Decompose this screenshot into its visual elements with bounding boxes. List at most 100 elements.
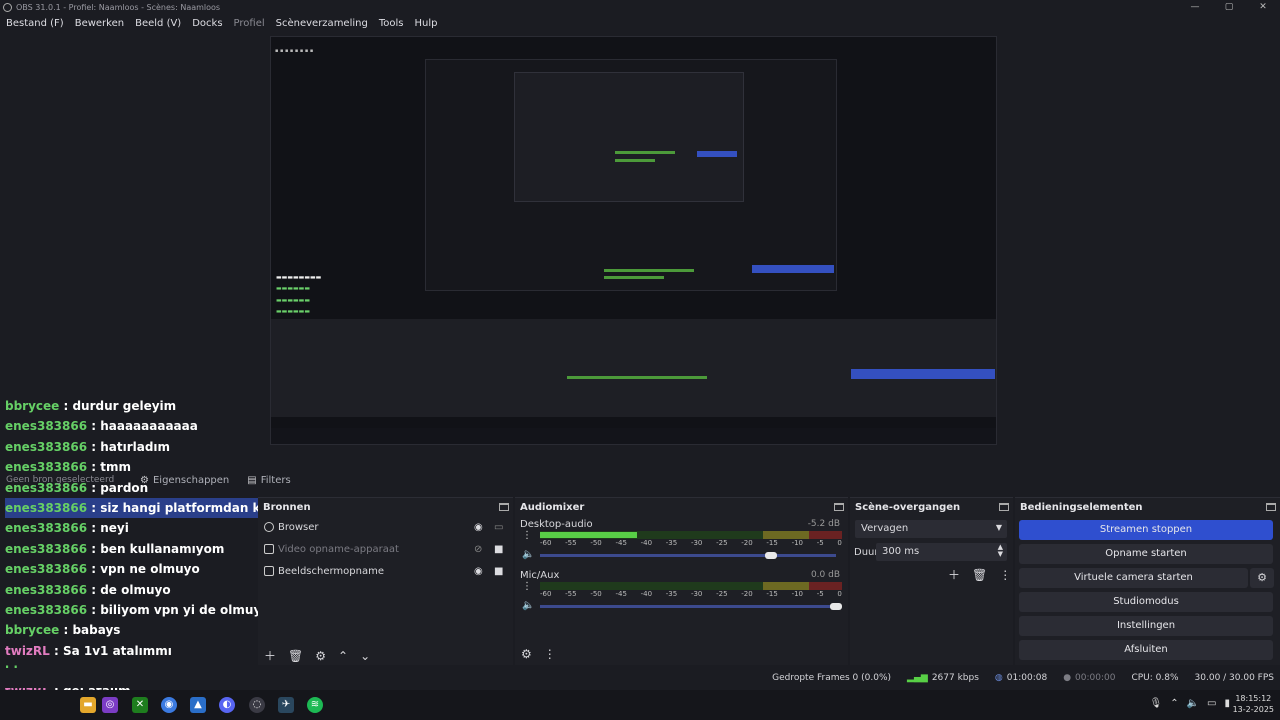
gear-icon: ⚙ [1257,571,1267,584]
add-transition-icon[interactable]: ＋ [948,566,960,583]
exit-button[interactable]: Afsluiten [1019,640,1273,660]
chat-message: enes383866 : vpn ne olmuyo [5,559,267,579]
menu-edit[interactable]: Bewerken [75,18,124,29]
advanced-audio-icon[interactable]: ⚙ [521,647,532,661]
record-icon: ● [1063,673,1072,683]
chrome-icon[interactable]: ◉ [161,697,177,713]
volume-slider-handle[interactable] [830,603,842,610]
source-item-display-capture[interactable]: Beeldschermopname ◉ ■ [264,561,503,581]
audio-mixer-dock: Audiomixer Desktop-audio -5.2 dB ⋮ -60 -55 -5… [515,497,848,665]
start-recording-button[interactable]: Opname starten [1019,544,1273,564]
undock-icon[interactable] [499,503,509,511]
meter-ticks: -60 -55 -50 -45 -40 -35 -30 -25 -20 -15 -10 -5 0 [540,590,842,598]
properties-button[interactable]: ⚙ Eigenschappen [140,475,229,486]
filters-button[interactable]: ▤ Filters [247,475,290,486]
volume-slider[interactable] [540,603,842,610]
spotify-icon[interactable]: ≋ [307,697,323,713]
clock[interactable]: 18:15:12 13-2-2025 [1233,693,1274,715]
more-menu-icon[interactable]: ⋮ [544,647,556,661]
meter-tick-label: 0 [837,590,842,598]
chat-message: enes383866 : ben kullanamıyom [5,539,267,559]
lock-icon[interactable]: ■ [494,544,503,555]
stop-streaming-button[interactable]: Streamen stoppen [1019,520,1273,540]
network-icon[interactable]: ▭ [1207,698,1216,709]
more-menu-icon[interactable]: ⋮ [522,581,532,592]
chat-text: neyi [100,521,129,536]
chat-message: enes383866 : siz hangi platformdan konus… [5,497,267,519]
menu-docks[interactable]: Docks [192,18,222,29]
chat-username: enes383866 [5,602,88,617]
meter-tick-label: -30 [690,539,703,547]
trash-icon[interactable]: 🗑 [972,568,987,582]
menu-help[interactable]: Hulp [414,18,437,29]
source-item-browser[interactable]: Browser ◉ ▭ [264,517,503,537]
undock-icon[interactable] [834,503,844,511]
speaker-icon[interactable]: 🔈 [522,549,534,560]
gear-icon[interactable]: ⚙ [315,649,326,663]
steam-icon[interactable]: ✈ [278,697,294,713]
unlock-icon[interactable]: ▭ [494,522,503,533]
trash-icon[interactable]: 🗑 [288,649,303,663]
volume-slider-handle[interactable] [764,552,777,559]
volume-slider[interactable] [540,552,836,559]
chevron-up-icon[interactable]: ⌃ [1170,698,1178,709]
chat-message: enes383866 : haaaaaaaaaaa [5,416,267,436]
more-menu-icon[interactable]: ⋮ [999,568,1011,582]
undock-icon[interactable] [999,503,1009,511]
minimize-button[interactable]: — [1178,0,1212,14]
settings-button[interactable]: Instellingen [1019,616,1273,636]
meter-tick-label: -55 [565,590,577,598]
menu-tools[interactable]: Tools [379,18,404,29]
virtual-camera-settings-button[interactable]: ⚙ [1250,568,1274,588]
folder-icon[interactable]: ▬ [80,697,96,713]
source-label: Beeldschermopname [278,565,384,577]
lock-icon[interactable]: ■ [494,566,503,577]
battery-icon[interactable]: ▮ [1224,698,1230,709]
meter-level [540,532,637,538]
photos-icon[interactable]: ▲ [190,697,206,713]
volume-meter [540,582,842,590]
meter-tick-label: -45 [615,590,627,598]
meter-tick-label: -60 [540,590,552,598]
transition-select[interactable]: Vervagen ▼ [855,520,1007,538]
maximize-button[interactable]: ▢ [1212,0,1246,14]
duration-label: Duur [854,547,879,558]
microphone-icon[interactable]: 🎙 [1149,698,1162,709]
app-purple-icon[interactable]: ◎ [102,697,118,713]
start-virtual-camera-button[interactable]: Virtuele camera starten [1019,568,1248,588]
eye-icon[interactable]: ◉ [474,522,483,533]
menu-view[interactable]: Beeld (V) [135,18,181,29]
chat-message: bbrycee : durdur geleyim [5,396,267,416]
xbox-icon[interactable]: ✕ [132,697,148,713]
speaker-icon[interactable]: 🔈 [1187,698,1199,709]
clock-date: 13-2-2025 [1232,705,1274,714]
arrow-down-icon[interactable]: ⌄ [360,649,370,663]
clock-time: 18:15:12 [1235,694,1272,703]
chat-separator: : [87,541,101,556]
discord-icon[interactable]: ◐ [219,697,235,713]
dropped-frames: Gedropte Frames 0 (0.0%) [772,673,891,683]
spin-arrows-icon[interactable]: ▲ ▼ [998,544,1003,558]
gear-icon: ⚙ [140,474,149,486]
close-button[interactable]: ✕ [1246,0,1280,14]
transition-select-value: Vervagen [861,523,909,534]
more-menu-icon[interactable]: ⋮ [522,530,532,541]
source-item-video-capture[interactable]: Video opname-apparaat ⊘ ■ [264,539,503,559]
studio-mode-button[interactable]: Studiomodus [1019,592,1273,612]
duration-spinbox[interactable]: 300 ms ▲ ▼ [876,543,1007,561]
menu-scene-collection[interactable]: Scèneverzameling [276,18,368,29]
record-time-text: 00:00:00 [1075,673,1116,683]
eye-icon[interactable]: ◉ [474,566,483,577]
add-source-icon[interactable]: ＋ [264,647,276,664]
obs-icon[interactable]: ◌ [249,697,265,713]
speaker-icon[interactable]: 🔈 [522,600,534,611]
menu-profile[interactable]: Profiel [234,18,265,29]
chat-separator: : [49,643,63,658]
chat-separator: : [87,521,101,536]
eye-off-icon[interactable]: ⊘ [474,544,482,555]
arrow-up-icon[interactable]: ⌃ [338,649,348,663]
program-preview[interactable]: ▪ ▪ ▪ ▪ ▪ ▪ ▪ ▪ ▬▬▬▬▬▬▬▬ ▬▬▬▬▬▬ ▬▬▬▬▬▬ ▬… [270,36,997,445]
menu-file[interactable]: Bestand (F) [6,18,64,29]
undock-icon[interactable] [1266,503,1276,511]
meter-tick-label: -5 [816,590,824,598]
